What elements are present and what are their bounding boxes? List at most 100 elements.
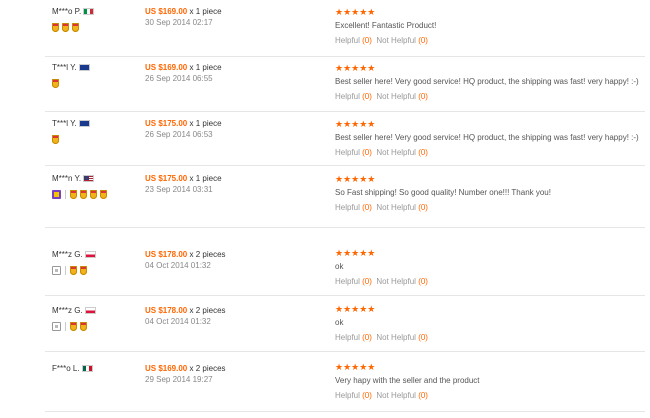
feedback-content: ★★★★★ ok Helpful (0) Not Helpful (0) <box>335 247 645 288</box>
buyer-badges <box>52 21 142 33</box>
buyer-name-row: F***o L. <box>52 363 142 375</box>
buyer-info: T***l Y. <box>52 62 142 89</box>
order-price: US $175.00 <box>145 119 188 128</box>
not-helpful-link[interactable]: Not Helpful (0) <box>376 92 428 101</box>
review-comment: Best seller here! Very good service! HQ … <box>335 133 639 142</box>
feedback-content: ★★★★★ Best seller here! Very good servic… <box>335 62 645 103</box>
not-helpful-link[interactable]: Not Helpful (0) <box>376 36 428 45</box>
order-price: US $178.00 <box>145 306 188 315</box>
helpful-row: Helpful (0) Not Helpful (0) <box>335 91 645 103</box>
review-comment: Very hapy with the seller and the produc… <box>335 376 480 385</box>
order-price-row: US $175.00 x 1 piece <box>145 173 335 185</box>
buyer-name[interactable]: M***z G. <box>52 306 83 315</box>
poland-flag-icon <box>84 307 96 314</box>
italy-flag-icon <box>83 8 95 15</box>
order-info: US $175.00 x 1 piece 23 Sep 2014 03:31 <box>145 173 335 195</box>
order-info: US $175.00 x 1 piece 26 Sep 2014 06:53 <box>145 118 335 140</box>
star-rating: ★★★★★ <box>335 248 376 258</box>
order-price: US $175.00 <box>145 174 188 183</box>
order-quantity: x 2 pieces <box>189 250 226 259</box>
mexico-flag-icon <box>81 365 93 372</box>
order-quantity: x 2 pieces <box>189 306 226 315</box>
helpful-count: (0) <box>362 333 372 342</box>
order-date: 30 Sep 2014 02:17 <box>145 18 213 27</box>
helpful-row: Helpful (0) Not Helpful (0) <box>335 332 645 344</box>
order-info: US $178.00 x 2 pieces 04 Oct 2014 01:32 <box>145 305 335 327</box>
feedback-list: M***o P. US $169.00 x 1 piece 30 Sep 201… <box>0 0 650 418</box>
buyer-badges <box>52 320 142 332</box>
review-comment: ok <box>335 262 344 271</box>
buyer-badges <box>52 77 142 89</box>
helpful-link[interactable]: Helpful (0) <box>335 148 372 157</box>
buyer-badges <box>52 264 142 276</box>
review-item: M***z G. US $178.00 x 2 pieces 04 Oct 20… <box>45 227 645 296</box>
feedback-content: ★★★★★ ok Helpful (0) Not Helpful (0) <box>335 303 645 344</box>
medal-icon <box>52 22 59 32</box>
vip-badge-icon <box>52 265 61 275</box>
medal-icon <box>80 189 87 199</box>
helpful-link[interactable]: Helpful (0) <box>335 333 372 342</box>
australia-flag-icon <box>78 64 90 71</box>
medal-icon <box>80 321 87 331</box>
not-helpful-count: (0) <box>418 92 428 101</box>
buyer-name[interactable]: M***z G. <box>52 250 83 259</box>
helpful-count: (0) <box>362 148 372 157</box>
not-helpful-link[interactable]: Not Helpful (0) <box>376 391 428 400</box>
not-helpful-link[interactable]: Not Helpful (0) <box>376 277 428 286</box>
not-helpful-link[interactable]: Not Helpful (0) <box>376 203 428 212</box>
not-helpful-link[interactable]: Not Helpful (0) <box>376 148 428 157</box>
review-item: T***l Y. US $169.00 x 1 piece 26 Sep 201… <box>45 56 645 112</box>
review-item: M***z G. US $178.00 x 2 pieces 04 Oct 20… <box>45 295 645 352</box>
star-rating: ★★★★★ <box>335 304 376 314</box>
review-item: M***o P. US $169.00 x 1 piece 30 Sep 201… <box>45 6 645 57</box>
buyer-name[interactable]: T***l Y. <box>52 63 77 72</box>
helpful-row: Helpful (0) Not Helpful (0) <box>335 390 645 402</box>
order-info: US $169.00 x 1 piece 26 Sep 2014 06:55 <box>145 62 335 84</box>
helpful-count: (0) <box>362 203 372 212</box>
helpful-link[interactable]: Helpful (0) <box>335 92 372 101</box>
review-comment: ok <box>335 318 344 327</box>
helpful-link[interactable]: Helpful (0) <box>335 391 372 400</box>
order-date: 23 Sep 2014 03:31 <box>145 185 213 194</box>
star-rating: ★★★★★ <box>335 119 376 129</box>
not-helpful-link[interactable]: Not Helpful (0) <box>376 333 428 342</box>
not-helpful-count: (0) <box>418 36 428 45</box>
not-helpful-count: (0) <box>418 277 428 286</box>
buyer-info: T***l Y. <box>52 118 142 145</box>
divider <box>65 189 66 199</box>
review-item: T***l Y. US $175.00 x 1 piece 26 Sep 201… <box>45 111 645 166</box>
review-item: M***n Y. US $175.00 x 1 piece 23 Sep 201… <box>45 165 645 228</box>
not-helpful-count: (0) <box>418 148 428 157</box>
buyer-info: F***o L. <box>52 363 142 375</box>
helpful-link[interactable]: Helpful (0) <box>335 203 372 212</box>
order-price-row: US $169.00 x 1 piece <box>145 62 335 74</box>
divider <box>65 265 66 275</box>
usa-flag-icon <box>83 175 95 182</box>
helpful-row: Helpful (0) Not Helpful (0) <box>335 147 645 159</box>
feedback-content: ★★★★★ Best seller here! Very good servic… <box>335 118 645 159</box>
buyer-name[interactable]: T***l Y. <box>52 119 77 128</box>
medal-icon <box>80 265 87 275</box>
review-comment: Best seller here! Very good service! HQ … <box>335 77 639 86</box>
buyer-name[interactable]: M***o P. <box>52 7 81 16</box>
star-rating: ★★★★★ <box>335 63 376 73</box>
feedback-content: ★★★★★ Excellent! Fantastic Product! Help… <box>335 6 645 47</box>
buyer-name-row: M***z G. <box>52 249 142 261</box>
medal-icon <box>52 78 59 88</box>
order-price-row: US $178.00 x 2 pieces <box>145 305 335 317</box>
buyer-info: M***n Y. <box>52 173 142 200</box>
order-price-row: US $175.00 x 1 piece <box>145 118 335 130</box>
helpful-link[interactable]: Helpful (0) <box>335 36 372 45</box>
helpful-row: Helpful (0) Not Helpful (0) <box>335 35 645 47</box>
order-info: US $169.00 x 1 piece 30 Sep 2014 02:17 <box>145 6 335 28</box>
review-comment: So Fast shipping! So good quality! Numbe… <box>335 188 551 197</box>
buyer-badges <box>52 188 142 200</box>
not-helpful-count: (0) <box>418 333 428 342</box>
star-rating: ★★★★★ <box>335 362 376 372</box>
helpful-link[interactable]: Helpful (0) <box>335 277 372 286</box>
vip-badge-icon <box>52 321 61 331</box>
medal-icon <box>62 22 69 32</box>
buyer-name[interactable]: M***n Y. <box>52 174 81 183</box>
vip-badge-icon <box>52 189 61 199</box>
buyer-name[interactable]: F***o L. <box>52 364 80 373</box>
